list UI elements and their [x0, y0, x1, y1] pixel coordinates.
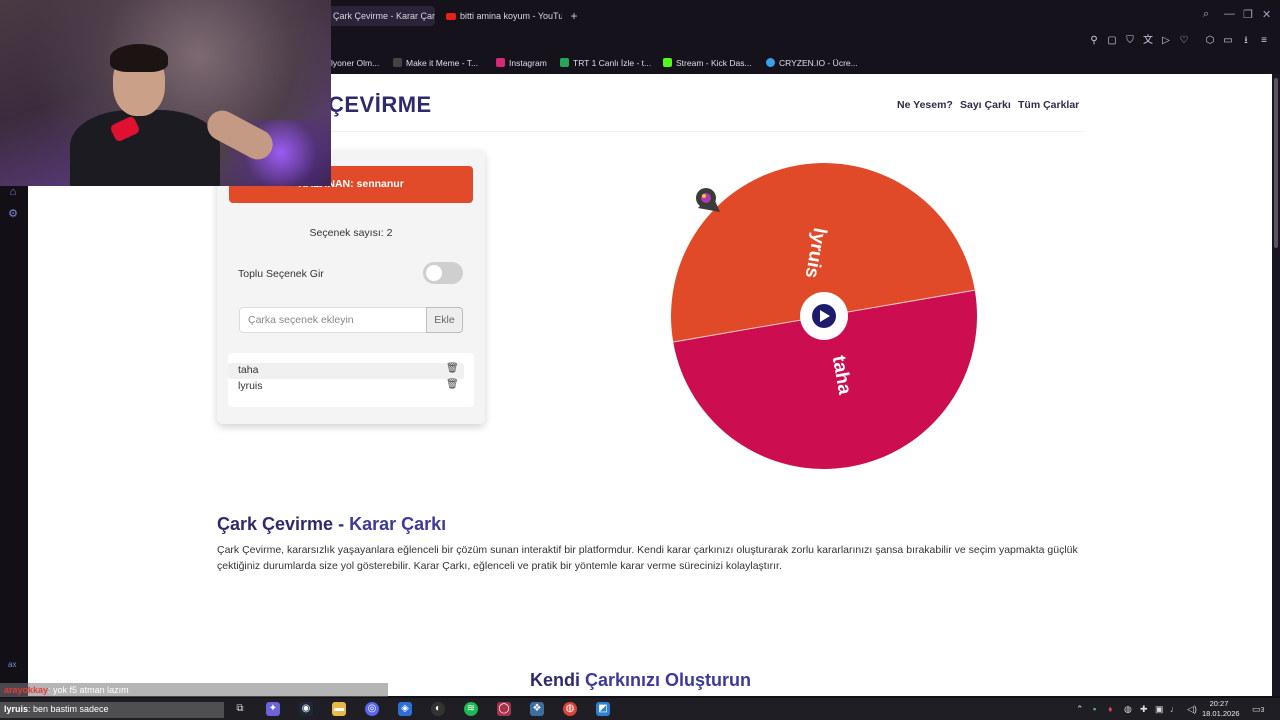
maximize-icon[interactable]: ❐: [1243, 8, 1253, 21]
translate-icon[interactable]: 文: [1142, 35, 1154, 47]
minimize-icon[interactable]: —: [1224, 8, 1235, 20]
tray-icon-2[interactable]: ◍: [1124, 704, 1132, 715]
settings-icon[interactable]: ⚙: [7, 208, 19, 220]
bookmark-3[interactable]: Instagram: [496, 57, 547, 69]
tray-chevron-icon[interactable]: ⌃: [1076, 704, 1084, 715]
tray-icon-4[interactable]: ▣: [1155, 704, 1164, 715]
overlay-label: ax: [8, 660, 17, 669]
steam-icon[interactable]: ◉: [299, 702, 313, 716]
add-option-button[interactable]: Ekle: [426, 307, 463, 333]
scrollbar-thumb[interactable]: [1274, 78, 1278, 248]
option-label: lyruis: [238, 380, 263, 392]
tab-cark-cevirme[interactable]: Çark Çevirme - Karar Çarkı: [327, 6, 435, 26]
bookmark-2[interactable]: Make it Meme - T...: [393, 57, 478, 69]
close-icon[interactable]: ✕: [1262, 8, 1271, 21]
tray-volume-icon[interactable]: ◁): [1187, 704, 1197, 715]
list-item: taha 🗑: [228, 363, 464, 379]
sidebar-icon-1[interactable]: ⌂: [7, 186, 19, 198]
pin-icon[interactable]: ⚲: [1088, 35, 1100, 47]
tray-nvidia-icon[interactable]: ▪: [1093, 704, 1096, 714]
bookmark-6[interactable]: CRYZEN.IO - Ücre...: [766, 57, 858, 69]
taskbar-clock[interactable]: 20:27 18.01.2026: [1202, 699, 1240, 719]
heart-icon[interactable]: ♡: [1178, 35, 1190, 47]
nav-sayi-carki[interactable]: Sayı Çarkı: [960, 99, 1011, 111]
bulk-entry-label: Toplu Seçenek Gir: [238, 268, 324, 280]
nav-tum-carklar[interactable]: Tüm Çarklar: [1018, 99, 1079, 111]
search-icon[interactable]: ⌕: [1203, 8, 1209, 21]
app-icon[interactable]: ◈: [398, 702, 412, 716]
main-heading: Çark Çevirme - Karar Çarkı: [217, 514, 447, 534]
option-input[interactable]: [239, 307, 427, 333]
shield-icon[interactable]: ⛉: [1124, 35, 1136, 47]
trt-icon: [560, 58, 569, 67]
trash-icon[interactable]: 🗑: [446, 363, 459, 374]
cryzen-icon: [766, 58, 775, 67]
chrome-icon[interactable]: ◍: [563, 702, 577, 716]
obs-icon[interactable]: ◐: [431, 702, 445, 716]
file-explorer-icon[interactable]: ▬: [332, 702, 346, 716]
youtube-icon: [446, 13, 456, 21]
app-icon-2[interactable]: ❖: [530, 702, 544, 716]
bookmark-4[interactable]: TRT 1 Canlı İzle - t...: [560, 57, 651, 69]
spotify-icon[interactable]: ≋: [464, 702, 478, 716]
option-count: Seçenek sayısı: 2: [309, 227, 393, 239]
main-description: Çark Çevirme, kararsızlık yaşayanlara eğ…: [217, 544, 1078, 572]
chat-message-2: lyruis: ben bastim sadece: [4, 704, 109, 714]
tray-icon-1[interactable]: ♦: [1108, 704, 1113, 714]
wallet-icon[interactable]: ▭: [1222, 35, 1234, 47]
webcam-overlay: [0, 0, 331, 186]
tray-icon-3[interactable]: ✚: [1140, 704, 1148, 715]
notification-icon[interactable]: ▭3: [1252, 704, 1264, 715]
list-item: lyruis 🗑: [228, 379, 464, 395]
opera-gx-icon[interactable]: ◯: [497, 702, 511, 716]
download-icon[interactable]: ⭳: [1240, 35, 1252, 47]
options-panel: KAZANAN: sennanur Seçenek sayısı: 2 Topl…: [217, 150, 485, 424]
site-logo[interactable]: ÇEVİRME: [328, 92, 432, 118]
kick-icon: [663, 58, 672, 67]
task-view-icon[interactable]: ⧉: [233, 702, 247, 716]
bookmark-5[interactable]: Stream - Kick Das...: [663, 57, 752, 69]
nav-ne-yesem[interactable]: Ne Yesem?: [897, 99, 953, 111]
copilot-icon[interactable]: ✦: [266, 702, 280, 716]
discord-icon[interactable]: ◎: [365, 702, 379, 716]
bookmark-1[interactable]: lyoner Olm...: [331, 57, 379, 69]
tab-youtube[interactable]: bitti amina koyum - YouTube: [440, 6, 562, 26]
decision-wheel[interactable]: lyruis taha: [668, 160, 980, 472]
new-tab-button[interactable]: +: [567, 6, 581, 26]
tray-mic-icon[interactable]: ♩: [1170, 704, 1179, 714]
trash-icon[interactable]: 🗑: [446, 379, 459, 390]
menu-icon[interactable]: ≡: [1258, 35, 1270, 47]
option-label: taha: [238, 364, 259, 376]
wheel-pointer-icon: [696, 188, 720, 212]
meme-icon: [393, 58, 402, 67]
extensions-icon[interactable]: ⬡: [1204, 35, 1216, 47]
bulk-entry-toggle[interactable]: [423, 262, 463, 284]
chat-message-1: arayokkay: yok f5 atman lazım: [4, 685, 129, 695]
header-divider: [217, 131, 1083, 132]
toggle-knob: [426, 265, 442, 281]
instagram-icon: [496, 58, 505, 67]
app-icon-3[interactable]: ◩: [596, 702, 610, 716]
options-list: taha 🗑 lyruis 🗑: [228, 353, 474, 407]
screenshot-icon[interactable]: ▢: [1106, 35, 1118, 47]
play-icon[interactable]: ▷: [1160, 35, 1172, 47]
